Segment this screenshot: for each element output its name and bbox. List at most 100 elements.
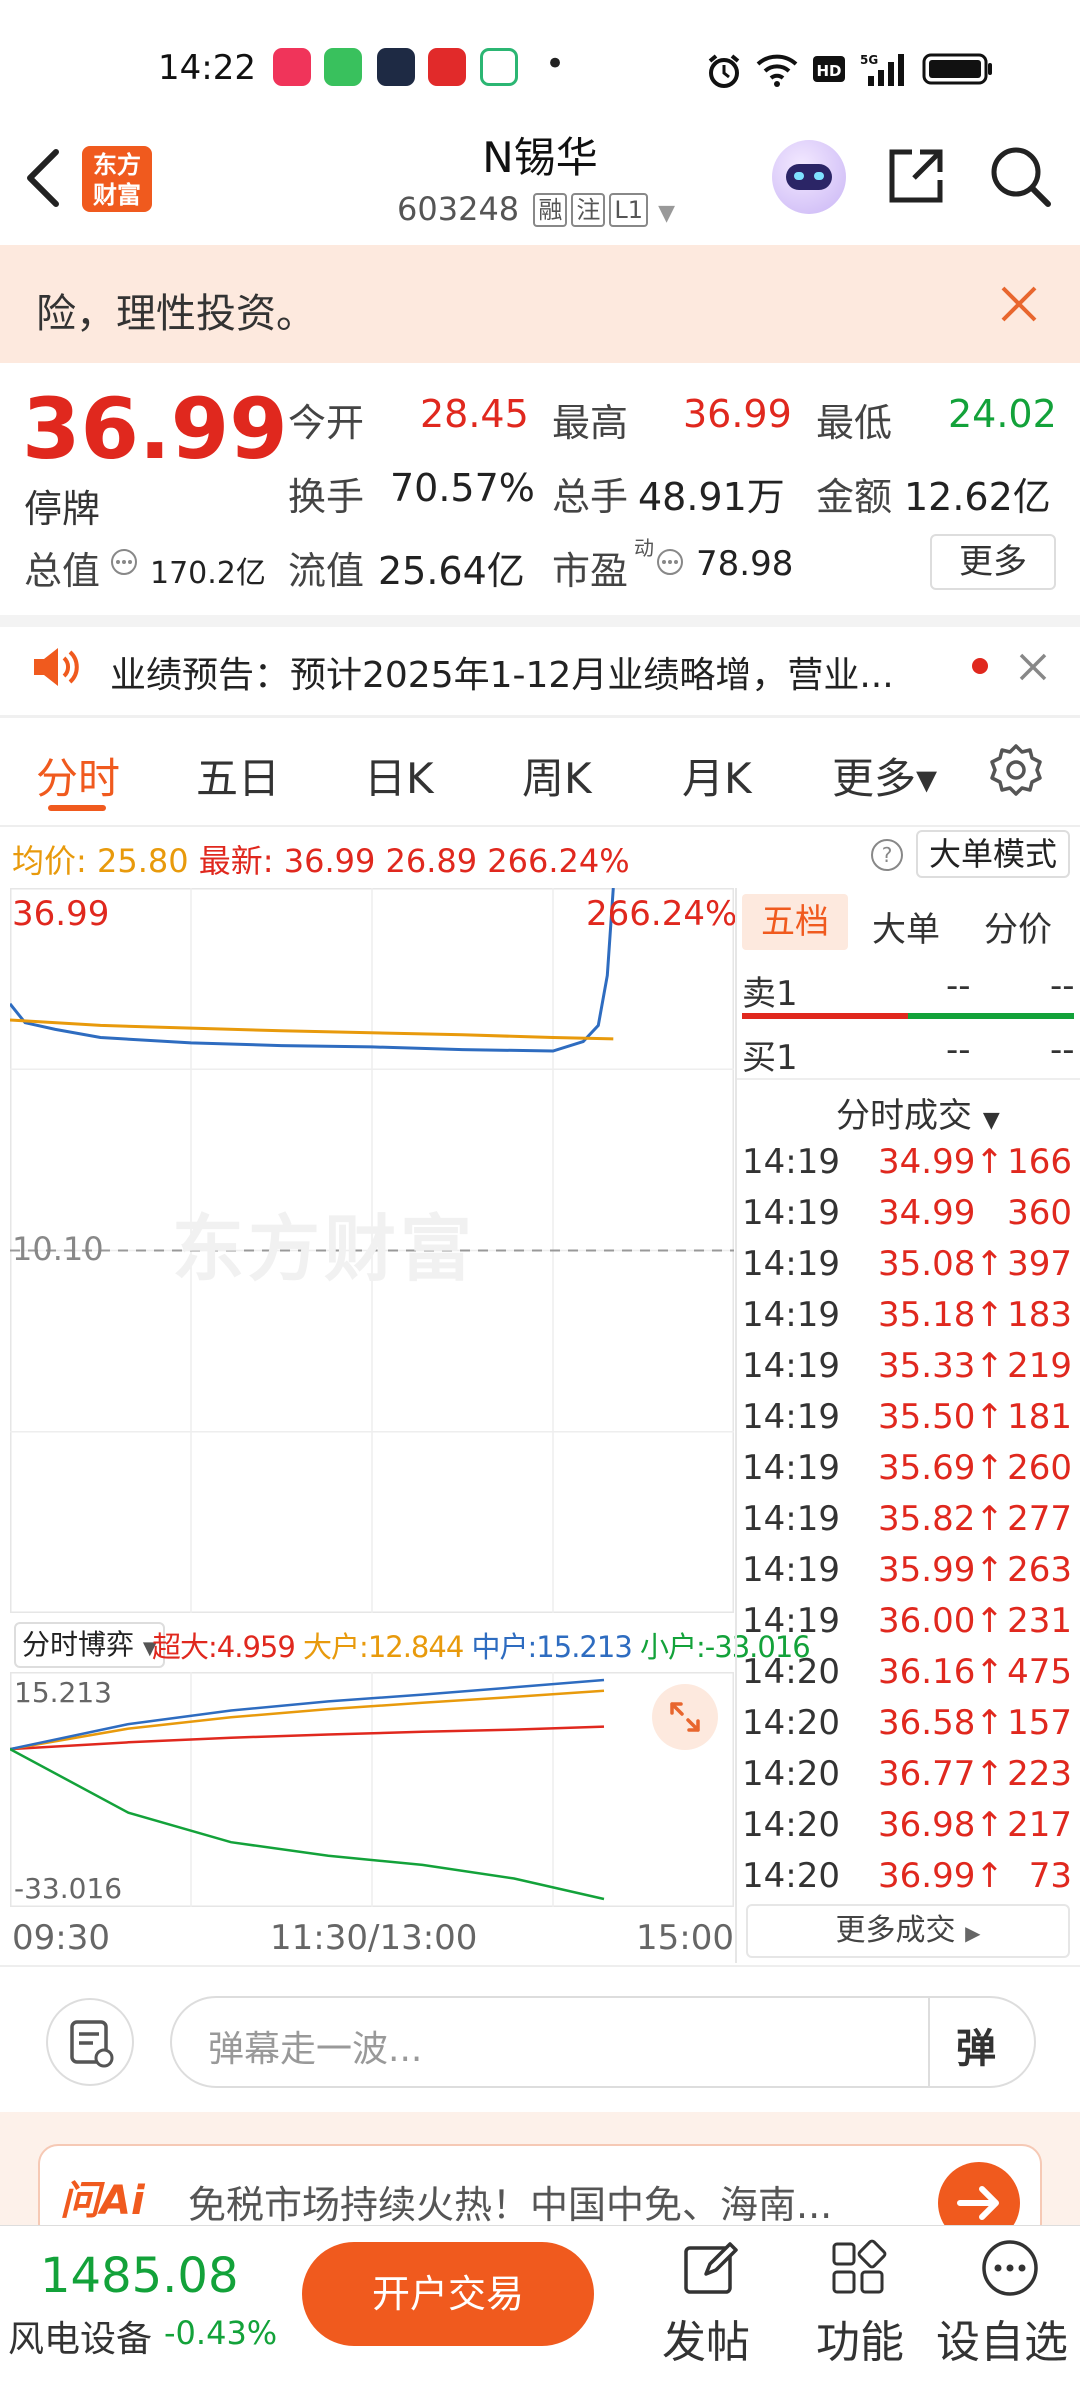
float-cap-value: 25.64亿 xyxy=(378,549,525,593)
tab-five-day[interactable]: 五日 xyxy=(196,745,280,806)
avg-value: 25.80 xyxy=(96,842,189,880)
functions-button[interactable]: 功能 xyxy=(816,2306,904,2370)
trade-time: 14:20 xyxy=(742,1652,840,1692)
flow-super-value: 4.959 xyxy=(216,1630,296,1664)
flow-selector[interactable]: 分时博弈 ▼ xyxy=(14,1622,165,1668)
ai-assistant-avatar[interactable] xyxy=(772,140,846,214)
divider xyxy=(0,715,1080,718)
trade-time: 14:19 xyxy=(742,1397,840,1437)
info-dots-icon[interactable] xyxy=(110,548,138,576)
trade-volume: 277 xyxy=(1007,1499,1072,1539)
trade-time: 14:20 xyxy=(742,1856,840,1896)
low-value: 24.02 xyxy=(948,392,1057,436)
risk-banner: 险，理性投资。 xyxy=(0,245,1080,363)
high-label: 最高 xyxy=(552,401,629,445)
trade-price: 35.50↑ xyxy=(878,1397,1004,1437)
divider xyxy=(737,1078,1080,1080)
trade-time: 14:19 xyxy=(742,1346,840,1386)
add-watchlist-button[interactable]: 设自选 xyxy=(936,2306,1068,2370)
more-quote-button[interactable]: 更多 xyxy=(930,534,1056,590)
gear-icon[interactable] xyxy=(988,742,1044,798)
margin-tag: 融 xyxy=(533,193,568,227)
trade-time: 14:19 xyxy=(742,1550,840,1590)
divider xyxy=(0,825,1080,827)
trade-time: 14:19 xyxy=(742,1244,840,1284)
chevron-down-icon: ▼ xyxy=(658,201,676,226)
index-value[interactable]: 1485.08 xyxy=(40,2248,239,2304)
more-trades-label: 更多成交 xyxy=(835,1913,956,1948)
trade-price: 35.33↑ xyxy=(878,1346,1004,1386)
tab-monthly-k[interactable]: 月K xyxy=(682,745,752,806)
trade-price: 35.82↑ xyxy=(878,1499,1004,1539)
tab-intraday[interactable]: 分时 xyxy=(36,745,120,806)
pe-info-dots-icon[interactable] xyxy=(656,548,684,576)
trade-time: 14:19 xyxy=(742,1295,840,1335)
trade-time: 14:20 xyxy=(742,1805,840,1845)
trade-price: 36.99↑ xyxy=(878,1856,1004,1896)
chart-watermark: 东方财富 xyxy=(172,1207,477,1291)
help-icon[interactable]: ? xyxy=(870,838,904,872)
open-account-trade-button[interactable]: 开户交易 xyxy=(302,2242,594,2346)
ai-logo: 问Ai xyxy=(60,2178,145,2224)
tab-big-orders[interactable]: 大单 xyxy=(872,902,940,951)
performance-notice[interactable]: 业绩预告：预计2025年1-12月业绩略增，营业... xyxy=(110,646,894,698)
trade-price: 36.77↑ xyxy=(878,1754,1004,1794)
trade-volume: 223 xyxy=(1007,1754,1072,1794)
tab-five-levels[interactable]: 五档 xyxy=(742,894,848,950)
trade-volume: 360 xyxy=(1007,1193,1072,1233)
x-tick-midday: 11:30/13:00 xyxy=(270,1918,478,1958)
comment-list-button[interactable] xyxy=(46,1998,134,2086)
tab-more[interactable]: 更多▾ xyxy=(832,745,937,806)
flow-top-label: 15.213 xyxy=(14,1676,112,1709)
flow-large-value: 12.844 xyxy=(367,1630,464,1664)
low-label: 最低 xyxy=(816,401,893,445)
amount-value: 12.62亿 xyxy=(904,475,1051,519)
post-button[interactable]: 发帖 xyxy=(662,2306,750,2370)
level1-tag: L1 xyxy=(609,193,648,227)
trade-price: 36.16↑ xyxy=(878,1652,1004,1692)
tab-price-distribution[interactable]: 分价 xyxy=(984,902,1052,951)
trade-volume: 183 xyxy=(1007,1295,1072,1335)
danmu-input[interactable]: 弹幕走一波... 弹 xyxy=(170,1996,1036,2088)
search-icon[interactable] xyxy=(990,146,1052,208)
latest-label: 最新: xyxy=(198,842,274,880)
trade-time: 14:19 xyxy=(742,1601,840,1641)
danmu-toggle-button[interactable]: 弹 xyxy=(956,2016,996,2074)
trade-time: 14:19 xyxy=(742,1448,840,1488)
flow-medium-value: 15.213 xyxy=(536,1630,632,1664)
hd-icon: HD xyxy=(813,56,845,82)
status-bar: 14:22 • HD 5G xyxy=(0,0,1080,135)
trade-volume: 157 xyxy=(1007,1703,1072,1743)
stock-code-row[interactable]: 603248 融注 L1 ▼ xyxy=(397,190,675,228)
danmu-placeholder: 弹幕走一波... xyxy=(208,2029,423,2070)
risk-banner-text: 险，理性投资。 xyxy=(36,291,316,337)
pe-value: 78.98 xyxy=(696,544,794,584)
tab-daily-k[interactable]: 日K xyxy=(364,745,434,806)
trade-price: 35.99↑ xyxy=(878,1550,1004,1590)
close-icon[interactable] xyxy=(998,283,1040,325)
comment-settings-icon xyxy=(70,2020,114,2068)
trade-volume: 73 xyxy=(1028,1856,1072,1896)
index-name: 风电设备 xyxy=(8,2319,153,2360)
share-icon[interactable] xyxy=(886,146,946,206)
divider xyxy=(0,1965,1080,1967)
stock-code: 603248 xyxy=(397,190,520,228)
expand-chart-button[interactable] xyxy=(652,1684,718,1750)
trades-title[interactable]: 分时成交 ▼ xyxy=(836,1088,1000,1137)
video-app-icon xyxy=(480,48,518,86)
trades-title-label: 分时成交 xyxy=(836,1096,972,1136)
signal-5g-icon: 5G xyxy=(860,53,904,86)
more-trades-button[interactable]: 更多成交 ▶ xyxy=(746,1904,1070,1958)
trade-volume: 231 xyxy=(1007,1601,1072,1641)
trade-time: 14:20 xyxy=(742,1754,840,1794)
divider xyxy=(928,1998,930,2086)
divider xyxy=(0,615,1080,627)
tab-weekly-k[interactable]: 周K xyxy=(522,745,592,806)
big-order-mode-button[interactable]: 大单模式 xyxy=(916,830,1070,878)
x-tick-close: 15:00 xyxy=(636,1918,734,1958)
notice-close-icon[interactable] xyxy=(1018,652,1048,682)
trade-volume: 263 xyxy=(1007,1550,1072,1590)
buy1-volume: -- xyxy=(1050,1030,1075,1070)
latest-value: 36.99 xyxy=(283,842,376,880)
flow-selector-label: 分时博弈 xyxy=(22,1628,135,1661)
